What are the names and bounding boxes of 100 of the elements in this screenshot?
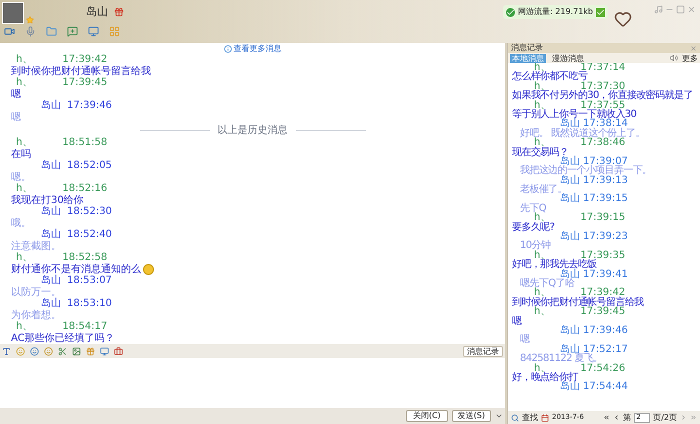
close-button[interactable]: 关闭(C)	[406, 410, 448, 422]
message-text: 嗯	[520, 334, 530, 346]
sender-name: 岛山	[560, 344, 580, 354]
message-text: 哦。	[11, 218, 31, 229]
message-time: 17:39:07	[583, 156, 628, 166]
sender-name: 岛山	[560, 156, 580, 166]
face-icon[interactable]	[30, 346, 39, 356]
more-button[interactable]: 更多	[682, 54, 698, 62]
message-time: 17:54:44	[583, 382, 628, 392]
add-chat-icon[interactable]	[67, 26, 78, 37]
message-text: AC那些你已经填了吗？	[11, 332, 115, 344]
message-text: 注意截图。	[11, 240, 61, 252]
message-text: 我现在打30给你	[11, 194, 84, 206]
sender-name: 岛山	[41, 229, 61, 240]
font-icon[interactable]	[2, 346, 11, 356]
camera-icon[interactable]	[4, 26, 15, 37]
close-icon[interactable]	[690, 44, 697, 52]
history-button[interactable]: 消息记录	[463, 346, 503, 356]
page-suffix: 页/2页	[653, 413, 677, 422]
message-text: 如果我不付另外的30，你直接改密码就是了	[512, 90, 693, 102]
contact-name: 岛山	[86, 6, 108, 18]
sender-name: h、	[16, 183, 32, 194]
sender-name: h、	[534, 288, 550, 298]
message-text: 我把这边的一个小项目弄一下。	[520, 165, 652, 176]
message-time: 18:52:30	[67, 206, 112, 218]
message-text: 嗯	[11, 88, 21, 100]
star-icon	[26, 16, 34, 24]
search-label[interactable]: 查找	[522, 413, 538, 422]
message-time: 17:39:13	[583, 176, 628, 186]
image-icon[interactable]	[72, 346, 81, 356]
search-icon[interactable]	[511, 414, 519, 422]
message-text: 好吧，那我先去吃饭	[512, 259, 597, 270]
toolbox-icon[interactable]	[114, 346, 123, 356]
sender-name: h、	[16, 54, 32, 66]
sender-name: h、	[534, 100, 550, 110]
more-messages-link[interactable]: 查看更多消息	[234, 44, 282, 54]
folder-icon[interactable]	[46, 26, 57, 37]
message-text: 要多久呢?	[512, 222, 554, 233]
message-time: 18:52:40	[67, 229, 112, 240]
message-text: 好吧。 既然说道这个份上了。	[520, 128, 645, 139]
sender-name: 岛山	[41, 100, 61, 112]
sender-name: h、	[16, 77, 32, 88]
sender-name: 岛山	[560, 119, 580, 129]
history-tab[interactable]: 漫游消息	[550, 54, 586, 62]
message-time: 18:51:58	[62, 137, 108, 148]
sender-name: 岛山	[560, 232, 580, 242]
sender-name: h、	[534, 138, 550, 148]
message-text: 嗯先下Q了哈	[520, 278, 574, 289]
message-input-field[interactable]	[0, 358, 505, 408]
history-divider-label: 以上是历史消息	[218, 124, 288, 136]
message-text: 先下Q	[520, 202, 546, 214]
sender-name: 岛山	[560, 270, 580, 279]
send-options-icon[interactable]	[495, 412, 503, 420]
calendar-icon[interactable]	[541, 414, 549, 422]
message-text: 好，晚点给你打	[512, 372, 578, 383]
message-time: 17:37:55	[580, 100, 626, 110]
close-icon[interactable]	[687, 5, 696, 14]
message-text: 在吗	[11, 148, 31, 160]
message-time: 17:39:45	[62, 77, 108, 88]
sender-name: 岛山	[41, 206, 61, 218]
apps-icon[interactable]	[109, 26, 120, 37]
message-text: 10分钟	[520, 240, 550, 252]
message-time: 17:39:46	[583, 326, 628, 336]
emoji-icon[interactable]	[16, 346, 25, 356]
send-button[interactable]: 发送(S)	[452, 410, 491, 422]
previous-page-icon[interactable]	[613, 414, 620, 421]
gift-icon[interactable]	[86, 346, 95, 356]
message-time: 17:39:23	[583, 232, 628, 242]
sender-name: 岛山	[560, 326, 580, 336]
message-time: 18:53:07	[67, 275, 112, 286]
message-time: 17:39:45	[580, 307, 626, 317]
sender-name: h、	[16, 321, 32, 332]
message-time: 18:52:05	[67, 160, 112, 172]
sender-name: h、	[534, 307, 550, 317]
speaker-icon[interactable]	[670, 54, 678, 62]
last-page-icon[interactable]	[690, 414, 697, 421]
check-circle-icon	[506, 8, 516, 16]
message-text: 嗯	[512, 316, 522, 327]
message-text: 842581122 夏飞。	[520, 353, 603, 364]
message-time: 17:39:42	[580, 288, 626, 298]
traffic-label: 网游流量: 219.71kb	[518, 7, 593, 17]
message-text: 嗯。	[11, 172, 31, 183]
smiley-icon	[143, 264, 154, 275]
message-time: 18:52:58	[62, 252, 108, 264]
message-text: 财付通你不是有消息通知的么	[11, 264, 141, 274]
message-text: 到时候你把财付通帐号留言给我	[11, 66, 151, 77]
message-text: 等于别人上你号一下就收入30	[512, 108, 636, 120]
message-text: 以防万一。	[11, 286, 61, 298]
info-icon	[224, 45, 232, 53]
page-prefix: 第	[623, 413, 632, 422]
message-text: 为你着想。	[11, 310, 61, 321]
maximize-icon[interactable]	[676, 5, 685, 14]
first-page-icon[interactable]	[603, 414, 610, 421]
next-page-icon[interactable]	[680, 414, 687, 421]
sender-name: h、	[534, 213, 550, 223]
screen-icon[interactable]	[88, 26, 99, 37]
message-time: 17:38:14	[583, 119, 628, 129]
microphone-icon[interactable]	[25, 26, 36, 37]
sender-name: h、	[16, 137, 32, 148]
sender-name: 岛山	[560, 194, 580, 204]
